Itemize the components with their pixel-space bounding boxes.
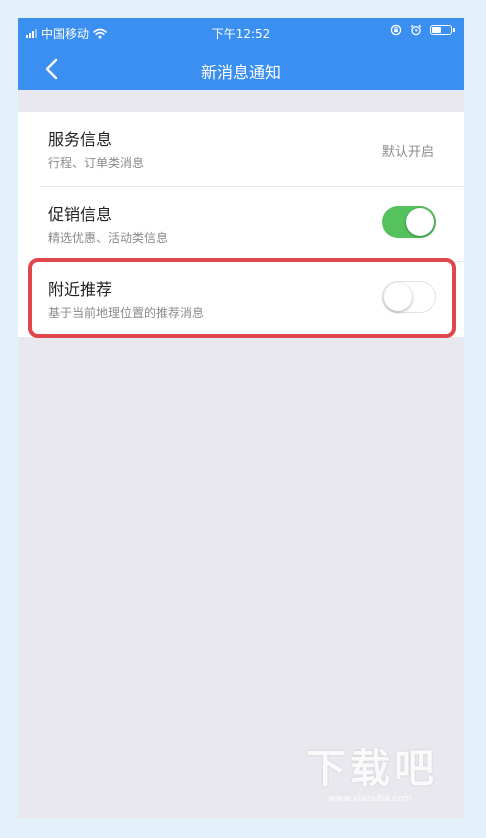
setting-title: 服务信息 [48,130,113,149]
setting-subtitle: 行程、订单类消息 [48,156,145,170]
phone-screen: 中国移动 下午12:52 新消息通知 服务信息 行程、订单类消息 默认开启 促销… [18,18,464,818]
setting-row-service-info: 服务信息 行程、订单类消息 默认开启 [18,112,464,187]
alarm-icon [410,24,422,36]
watermark-logo: 下载吧 [306,746,438,792]
status-bar-right [390,24,455,36]
status-bar: 中国移动 下午12:52 [18,18,464,48]
setting-default-value: 默认开启 [381,145,434,160]
toggle-knob [406,208,434,236]
lock-rotation-icon [390,24,402,36]
page-title: 新消息通知 [200,63,281,82]
battery-icon [430,25,455,35]
navigation-bar: 新消息通知 [18,48,464,90]
setting-subtitle: 精选优惠、活动类信息 [48,231,169,245]
promotion-toggle[interactable] [382,206,436,238]
setting-row-promotion-info: 促销信息 精选优惠、活动类信息 [18,187,464,262]
setting-title: 促销信息 [48,205,113,224]
watermark-url: www.xiazaiba.com [328,794,412,804]
highlight-box [28,258,456,338]
